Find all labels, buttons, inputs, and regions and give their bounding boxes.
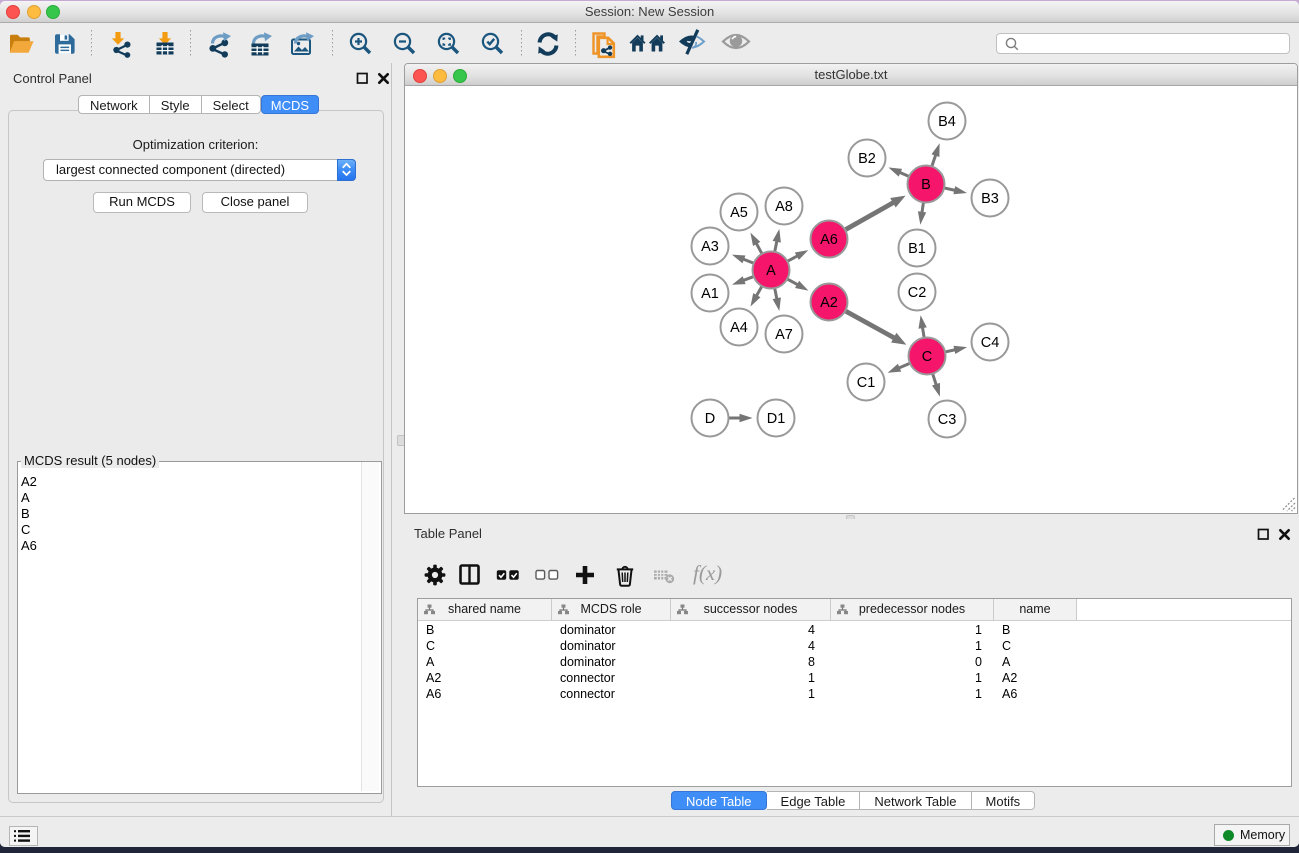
svg-text:B: B xyxy=(921,177,931,193)
svg-text:C1: C1 xyxy=(857,375,876,391)
svg-text:C4: C4 xyxy=(981,335,1000,351)
svg-text:A: A xyxy=(766,263,776,279)
svg-text:A5: A5 xyxy=(730,205,748,221)
svg-text:D1: D1 xyxy=(767,411,786,427)
svg-text:B2: B2 xyxy=(858,151,876,167)
svg-text:C2: C2 xyxy=(908,285,927,301)
svg-text:A7: A7 xyxy=(775,327,793,343)
svg-text:A8: A8 xyxy=(775,199,793,215)
svg-text:A1: A1 xyxy=(701,286,719,302)
svg-text:A6: A6 xyxy=(820,232,838,248)
svg-text:A4: A4 xyxy=(730,320,748,336)
svg-text:B4: B4 xyxy=(938,114,956,130)
svg-text:A3: A3 xyxy=(701,239,719,255)
svg-text:D: D xyxy=(705,411,715,427)
svg-text:C3: C3 xyxy=(938,412,957,428)
svg-text:B3: B3 xyxy=(981,191,999,207)
svg-text:A2: A2 xyxy=(820,295,838,311)
svg-text:C: C xyxy=(922,349,932,365)
svg-text:B1: B1 xyxy=(908,241,926,257)
